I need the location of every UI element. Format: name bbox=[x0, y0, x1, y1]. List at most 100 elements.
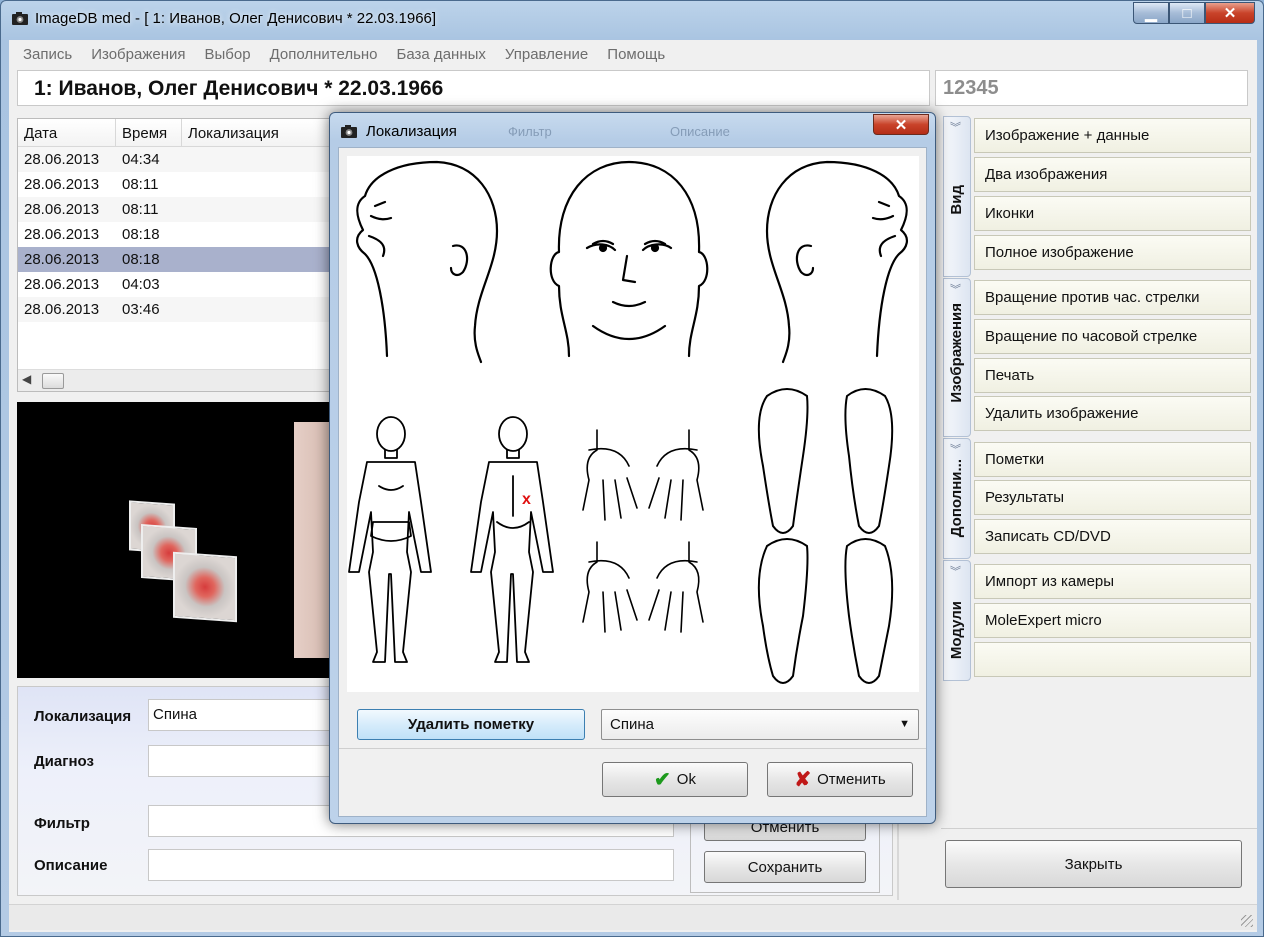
caption-buttons: ▁ □ ✕ bbox=[1133, 2, 1255, 24]
cell-date: 28.06.2013 bbox=[24, 276, 100, 293]
diagnosis-field[interactable] bbox=[148, 745, 348, 777]
head-front[interactable] bbox=[549, 160, 709, 358]
cell-localization bbox=[182, 272, 332, 297]
menu-management[interactable]: Управление bbox=[505, 46, 588, 63]
table-row[interactable]: 28.06.2013 04:03 bbox=[18, 272, 332, 297]
view-full-image-button[interactable]: Полное изображение bbox=[974, 235, 1251, 270]
tab-additional-label: Дополни... bbox=[948, 459, 965, 538]
menu-selection[interactable]: Выбор bbox=[205, 46, 251, 63]
lesion-image-3[interactable] bbox=[173, 551, 237, 623]
region-select-value: Спина bbox=[610, 716, 654, 733]
table-header: Дата Время Локализация bbox=[18, 119, 332, 147]
lesion-mark[interactable]: x bbox=[522, 491, 531, 508]
camera-icon bbox=[341, 125, 357, 138]
head-left-profile[interactable] bbox=[356, 160, 499, 364]
save-button[interactable]: Сохранить bbox=[704, 851, 866, 883]
empty-module-slot[interactable] bbox=[974, 642, 1251, 677]
table-row[interactable]: 28.06.2013 08:18 bbox=[18, 247, 332, 272]
head-right-profile[interactable] bbox=[765, 160, 908, 364]
skin-image-preview[interactable] bbox=[294, 422, 333, 658]
close-button[interactable]: Закрыть bbox=[945, 840, 1242, 888]
menu-images[interactable]: Изображения bbox=[91, 46, 185, 63]
delete-mark-button[interactable]: Удалить пометку bbox=[357, 709, 585, 740]
cell-date: 28.06.2013 bbox=[24, 301, 100, 318]
description-label: Описание bbox=[34, 857, 108, 874]
burn-cd-dvd-button[interactable]: Записать CD/DVD bbox=[974, 519, 1251, 554]
maximize-button[interactable]: □ bbox=[1169, 2, 1205, 24]
rotate-ccw-button[interactable]: Вращение против час. стрелки bbox=[974, 280, 1251, 315]
feet[interactable] bbox=[757, 388, 894, 684]
description-field[interactable] bbox=[148, 849, 674, 881]
tab-view[interactable]: ︾ Вид bbox=[943, 116, 971, 277]
column-time[interactable]: Время bbox=[116, 119, 182, 146]
close-window-button[interactable]: ✕ bbox=[1205, 2, 1255, 24]
image-viewer[interactable] bbox=[17, 402, 333, 678]
body-back[interactable] bbox=[470, 416, 554, 663]
view-two-images-button[interactable]: Два изображения bbox=[974, 157, 1251, 192]
minimize-button[interactable]: ▁ bbox=[1133, 2, 1169, 24]
chevron-down-icon[interactable]: ▼ bbox=[899, 718, 910, 730]
menu-help[interactable]: Помощь bbox=[607, 46, 665, 63]
patient-id-field[interactable]: 12345 bbox=[935, 70, 1248, 106]
collapse-chevron-icon[interactable]: ︾ bbox=[950, 563, 961, 579]
table-row[interactable]: 28.06.2013 04:34 bbox=[18, 147, 332, 172]
ok-button[interactable]: ✔ Ok bbox=[602, 762, 748, 797]
patient-name-field: 1: Иванов, Олег Денисович * 22.03.1966 bbox=[17, 70, 930, 106]
menu-bar: Запись Изображения Выбор Дополнительно Б… bbox=[9, 40, 1257, 68]
print-button[interactable]: Печать bbox=[974, 358, 1251, 393]
column-localization[interactable]: Локализация bbox=[182, 119, 332, 146]
dialog-cancel-button[interactable]: ✘ Отменить bbox=[767, 762, 913, 797]
table-row[interactable]: 28.06.2013 08:11 bbox=[18, 197, 332, 222]
filter-label: Фильтр bbox=[34, 815, 90, 832]
cell-time: 04:34 bbox=[122, 151, 160, 168]
import-camera-button[interactable]: Импорт из камеры bbox=[974, 564, 1251, 599]
marks-button[interactable]: Пометки bbox=[974, 442, 1251, 477]
cell-time: 08:18 bbox=[122, 251, 160, 268]
collapse-chevron-icon[interactable]: ︾ bbox=[950, 119, 961, 135]
table-body: 28.06.2013 04:34 28.06.2013 08:11 28.06.2013… bbox=[18, 147, 332, 322]
tab-additional[interactable]: ︾ Дополни... bbox=[943, 438, 971, 559]
cell-time: 03:46 bbox=[122, 301, 160, 318]
dialog-title: Локализация bbox=[366, 123, 457, 140]
menu-database[interactable]: База данных bbox=[397, 46, 486, 63]
results-button[interactable]: Результаты bbox=[974, 480, 1251, 515]
hands[interactable] bbox=[582, 429, 704, 633]
region-select[interactable]: Спина ▼ bbox=[601, 709, 919, 740]
table-row[interactable]: 28.06.2013 03:46 bbox=[18, 297, 332, 322]
column-date[interactable]: Дата bbox=[18, 119, 116, 146]
cell-date: 28.06.2013 bbox=[24, 251, 100, 268]
resize-grip-icon[interactable] bbox=[1241, 915, 1253, 927]
ok-label: Ok bbox=[676, 771, 696, 788]
tab-view-label: Вид bbox=[948, 185, 965, 215]
tab-modules[interactable]: ︾ Модули bbox=[943, 560, 971, 681]
cell-localization bbox=[182, 247, 332, 272]
dialog-separator bbox=[339, 748, 926, 749]
cell-date: 28.06.2013 bbox=[24, 151, 100, 168]
moleexpert-micro-button[interactable]: MoleExpert micro bbox=[974, 603, 1251, 638]
close-icon: ✕ bbox=[894, 116, 908, 134]
tab-images[interactable]: ︾ Изображения bbox=[943, 278, 971, 437]
behind-description-header: Описание bbox=[670, 124, 730, 139]
table-row[interactable]: 28.06.2013 08:18 bbox=[18, 222, 332, 247]
view-image-data-button[interactable]: Изображение + данные bbox=[974, 118, 1251, 153]
menu-additional[interactable]: Дополнительно bbox=[270, 46, 378, 63]
rotate-cw-button[interactable]: Вращение по часовой стрелке bbox=[974, 319, 1251, 354]
collapse-chevron-icon[interactable]: ︾ bbox=[950, 281, 961, 297]
horizontal-scrollbar[interactable]: ◀ bbox=[18, 369, 332, 391]
delete-image-button[interactable]: Удалить изображение bbox=[974, 396, 1251, 431]
localization-field[interactable]: Спина bbox=[148, 699, 348, 731]
dialog-close-button[interactable]: ✕ bbox=[873, 114, 929, 135]
view-icons-button[interactable]: Иконки bbox=[974, 196, 1251, 231]
cell-date: 28.06.2013 bbox=[24, 201, 100, 218]
cell-date: 28.06.2013 bbox=[24, 226, 100, 243]
collapse-chevron-icon[interactable]: ︾ bbox=[950, 441, 961, 457]
body-front[interactable] bbox=[348, 416, 432, 663]
cell-localization bbox=[182, 222, 332, 247]
cell-localization bbox=[182, 297, 332, 322]
scroll-left-icon[interactable]: ◀ bbox=[22, 372, 31, 386]
scroll-thumb[interactable] bbox=[42, 373, 64, 389]
menu-record[interactable]: Запись bbox=[23, 46, 72, 63]
body-map-canvas[interactable]: x bbox=[347, 156, 919, 692]
camera-icon bbox=[12, 12, 28, 25]
table-row[interactable]: 28.06.2013 08:11 bbox=[18, 172, 332, 197]
